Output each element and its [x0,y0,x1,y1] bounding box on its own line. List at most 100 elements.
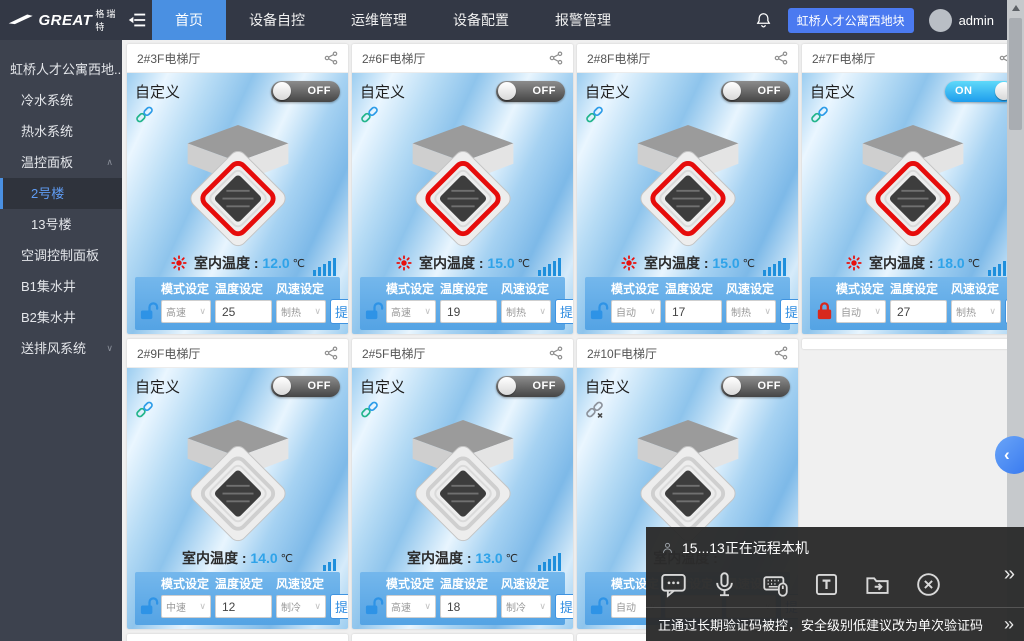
mode-select[interactable]: 中速 [161,595,211,618]
share-icon[interactable] [549,346,563,360]
fan-set-label: 风速设定 [276,575,326,592]
tab-device-config[interactable]: 设备配置 [430,0,532,40]
lock-open-icon[interactable] [364,595,385,616]
power-toggle[interactable]: OFF [271,376,340,397]
sidebar-item-chilled-water[interactable]: 冷水系统 [0,85,122,116]
sidebar-item-building-13[interactable]: 13号楼 [0,209,122,240]
temp-set-label: 温度设定 [440,575,497,592]
room-temp-value: 18.0 [937,255,964,271]
text-input-icon[interactable] [813,571,840,598]
sidebar-item-building-2[interactable]: 2号楼 [0,178,122,209]
mode-select[interactable]: 高速 [386,300,436,323]
room-temp-row: 室内温度 : 14.0℃ [135,544,340,572]
lock-open-icon[interactable] [589,300,610,321]
lock-open-icon[interactable] [589,595,610,616]
lock-open-icon[interactable] [139,300,160,321]
ac-unit-image [585,123,790,247]
card-header: 2#9F电梯厅 [127,339,348,368]
sidebar-item-b1-sump[interactable]: B1集水井 [0,271,122,302]
temp-set-input[interactable]: 19 [440,300,497,323]
temp-set-input[interactable]: 12 [215,595,272,618]
card-title: 2#8F电梯厅 [587,50,650,67]
chat-icon[interactable] [660,571,687,598]
mode-select[interactable]: 自动 [611,300,661,323]
temp-set-input[interactable]: 27 [890,300,947,323]
card-stub [352,634,573,641]
control-bar: 模式设定 温度设定 风速设定 高速 25 制热 提交 [135,277,340,330]
share-icon[interactable] [324,346,338,360]
tab-ops-management[interactable]: 运维管理 [328,0,430,40]
fan-select[interactable]: 制热 [951,300,1001,323]
toggle-knob [723,82,741,100]
power-toggle[interactable]: OFF [496,376,565,397]
menu-fold-icon[interactable] [122,0,152,40]
lock-closed-icon[interactable] [814,300,835,321]
temp-set-input[interactable]: 25 [215,300,272,323]
room-temp-label: 室内温度 [869,253,925,273]
fan-select[interactable]: 制冷 [276,595,326,618]
room-temp-row: 室内温度 : 15.0℃ [585,249,790,277]
status-expand-icon[interactable]: » [1004,614,1014,635]
tab-alarm-management[interactable]: 报警管理 [532,0,634,40]
tab-device-auto-control[interactable]: 设备自控 [226,0,328,40]
sidebar-item-b2-sump[interactable]: B2集水井 [0,302,122,333]
notification-bell-icon[interactable] [754,11,773,30]
mode-select[interactable]: 自动 [836,300,886,323]
control-bar: 模式设定 温度设定 风速设定 自动 27 制热 提交 [810,277,1015,330]
card-header: 2#3F电梯厅 [127,44,348,73]
share-icon[interactable] [324,51,338,65]
submit-button[interactable]: 提交 [330,594,348,619]
panel-expand-icon[interactable]: » [1004,563,1015,586]
submit-button[interactable]: 提交 [330,299,348,324]
tab-home[interactable]: 首页 [152,0,226,40]
ac-unit-image [135,123,340,247]
room-temp-label: 室内温度 [194,253,250,273]
lock-open-icon[interactable] [139,595,160,616]
ac-unit-image [360,418,565,542]
scrollbar-up-arrow-icon[interactable] [1007,0,1024,17]
power-toggle[interactable]: OFF [721,81,790,102]
link-disconnected-icon [585,400,604,419]
power-toggle[interactable]: OFF [721,376,790,397]
user-menu[interactable]: admin [929,9,994,32]
power-toggle[interactable]: OFF [271,81,340,102]
submit-button[interactable]: 提交 [555,594,573,619]
signal-bars-icon [538,553,561,571]
file-transfer-icon[interactable] [864,571,891,598]
card-stub [127,634,348,641]
power-toggle[interactable]: OFF [496,81,565,102]
sidebar-item-ventilation[interactable]: 送排风系统 [0,333,122,364]
microphone-icon[interactable] [711,571,738,598]
lock-open-icon[interactable] [364,300,385,321]
close-session-icon[interactable] [915,571,942,598]
temp-set-input[interactable]: 18 [440,595,497,618]
heating-icon [620,254,638,272]
sidebar-item-ac-control-panel[interactable]: 空调控制面板 [0,240,122,271]
fan-select[interactable]: 制热 [276,300,326,323]
project-selector-button[interactable]: 虹桥人才公寓西地块 [788,8,914,33]
scrollbar-thumb[interactable] [1009,18,1022,130]
mode-select[interactable]: 高速 [161,300,211,323]
mode-select[interactable]: 高速 [386,595,436,618]
share-icon[interactable] [549,51,563,65]
fan-select[interactable]: 制热 [501,300,551,323]
temp-set-input[interactable]: 17 [665,300,722,323]
fan-select[interactable]: 制冷 [501,595,551,618]
sidebar-item-hot-water[interactable]: 热水系统 [0,116,122,147]
toggle-knob [273,377,291,395]
ac-card: 2#7F电梯厅 自定义 ON 室内温度 : 18.0℃ [802,44,1023,334]
keyboard-mouse-icon[interactable] [762,571,789,598]
share-icon[interactable] [774,346,788,360]
mode-set-label: 模式设定 [611,280,661,297]
brand-logo: GREAT 格瑞特 [0,0,122,40]
power-toggle[interactable]: ON [945,81,1015,102]
share-icon[interactable] [774,51,788,65]
sidebar-item-project-root[interactable]: 虹桥人才公寓西地... [0,54,122,85]
sidebar-item-thermostat-panel[interactable]: 温控面板 [0,147,122,178]
submit-button[interactable]: 提交 [555,299,573,324]
fan-select[interactable]: 制热 [726,300,776,323]
logo-swoosh-icon [8,12,35,28]
card-header: 2#6F电梯厅 [352,44,573,73]
security-warning-text: 正通过长期验证码被控，安全级别低建议改为单次验证码 [658,615,983,634]
submit-button[interactable]: 提交 [780,299,798,324]
